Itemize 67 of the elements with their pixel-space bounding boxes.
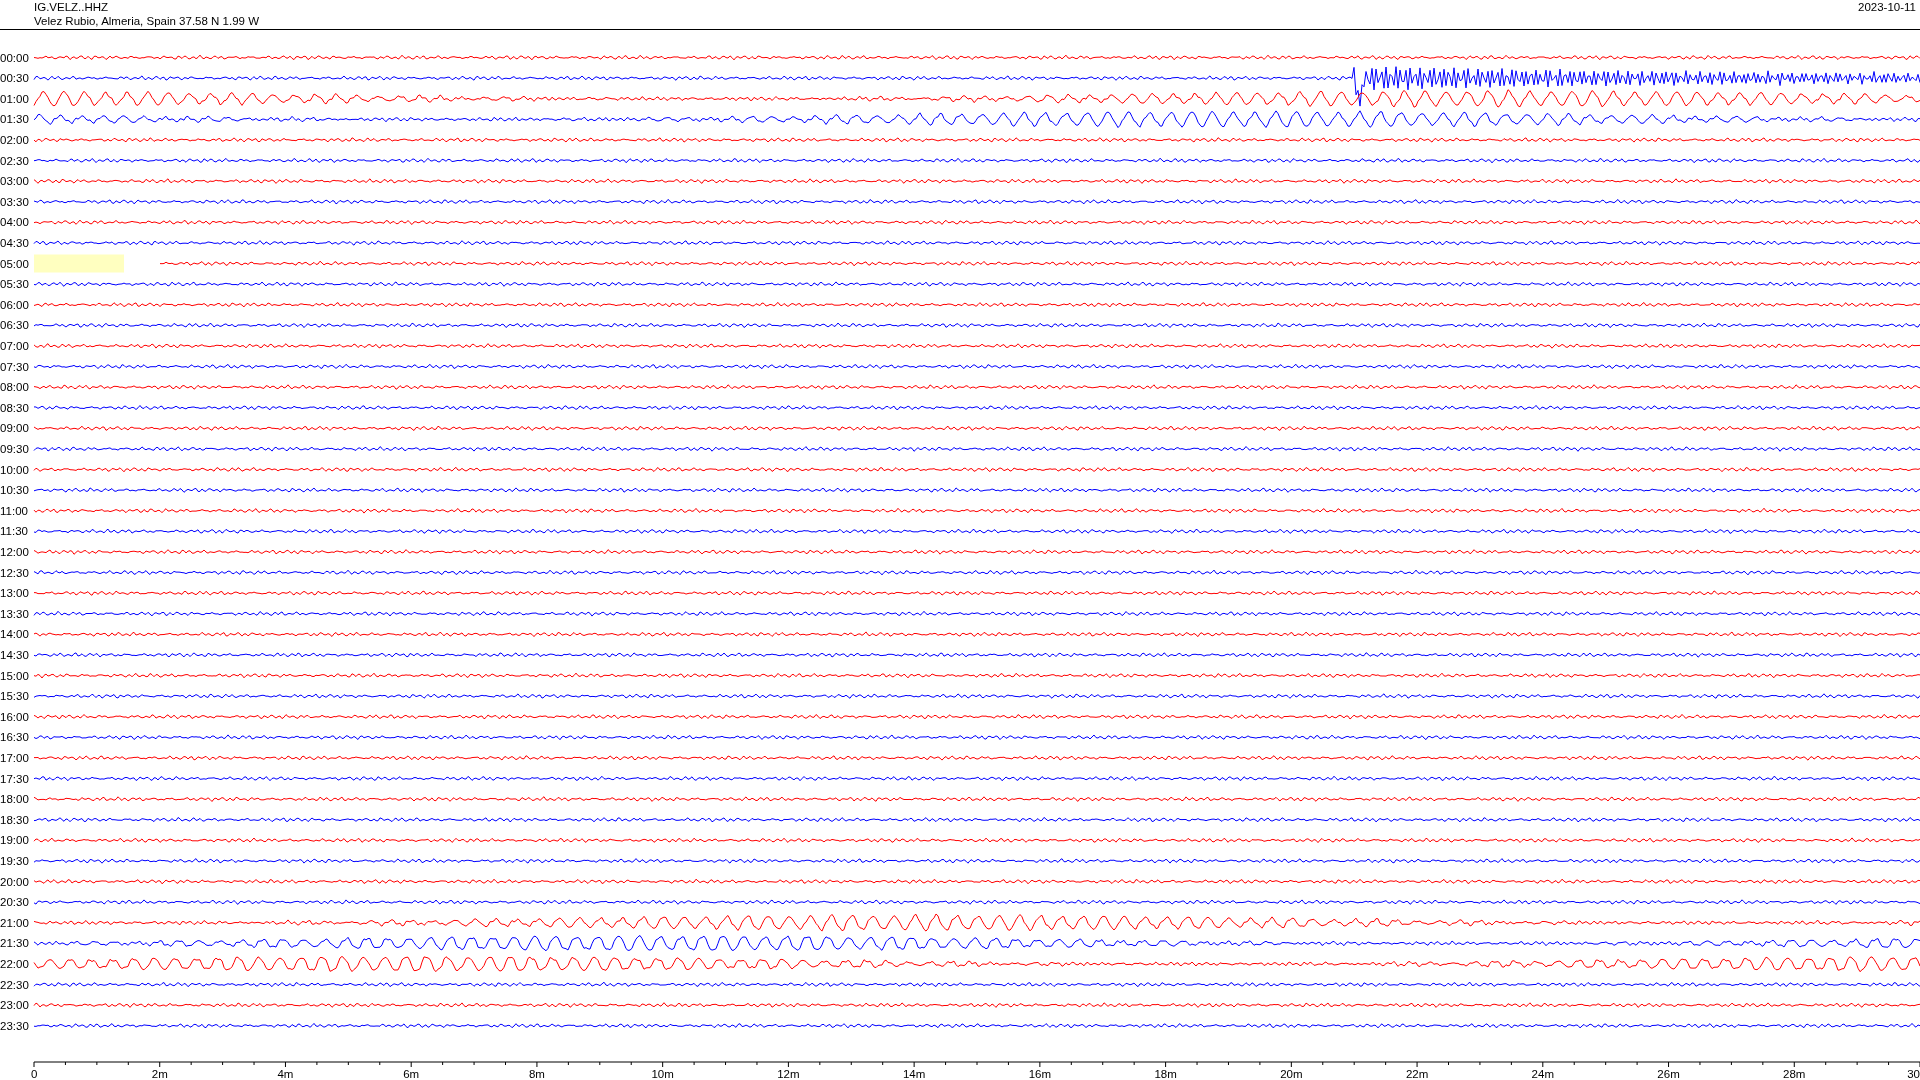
time-label: 09:30 — [0, 442, 29, 455]
time-label: 13:00 — [0, 587, 29, 600]
time-label: 12:00 — [0, 545, 29, 558]
axis-label: 2m — [151, 1068, 168, 1080]
time-label: 08:00 — [0, 381, 29, 394]
axis-label: 22m — [1405, 1068, 1429, 1080]
time-label: 11:30 — [0, 525, 28, 538]
time-label: 23:00 — [0, 999, 29, 1012]
time-label: 01:30 — [0, 113, 29, 126]
time-label: 18:00 — [0, 793, 29, 806]
time-label: 03:00 — [0, 175, 29, 188]
axis-label: 4m — [277, 1068, 294, 1080]
station-code: IG.VELZ..HHZ — [34, 0, 110, 14]
station-location: Velez Rubio, Almeria, Spain 37.58 N 1.99 W — [34, 14, 259, 28]
time-label: 17:00 — [0, 751, 29, 764]
time-label: 03:30 — [0, 195, 29, 208]
time-label: 05:00 — [0, 257, 29, 270]
axis-label: 6m — [403, 1068, 420, 1080]
time-label: 22:30 — [0, 978, 29, 991]
axis-label: 30 — [1907, 1068, 1920, 1080]
time-label: 20:00 — [0, 875, 29, 888]
time-label: 02:00 — [0, 133, 29, 146]
time-label: 22:00 — [0, 957, 29, 970]
record-date: 2023-10-11 — [1858, 0, 1916, 15]
time-label: 12:30 — [0, 566, 29, 579]
time-label: 20:30 — [0, 896, 29, 909]
axis-label: 28m — [1783, 1068, 1806, 1080]
time-label: 07:30 — [0, 360, 29, 373]
time-label: 17:30 — [0, 772, 29, 785]
time-label: 15:30 — [0, 690, 29, 703]
axis-label: 14m — [902, 1068, 926, 1080]
axis-label: 24m — [1531, 1068, 1554, 1080]
time-label: 08:30 — [0, 401, 29, 414]
time-label: 04:00 — [0, 216, 29, 229]
time-label: 23:30 — [0, 1019, 29, 1032]
axis-label: 26m — [1657, 1068, 1680, 1080]
time-label: 16:00 — [0, 710, 29, 723]
time-label: 15:00 — [0, 669, 29, 682]
axis-label: 12m — [777, 1068, 800, 1080]
time-label: 11:00 — [0, 504, 28, 517]
time-label: 10:30 — [0, 484, 29, 497]
time-label: 06:30 — [0, 319, 29, 332]
axis-label: 18m — [1154, 1068, 1177, 1080]
time-label: 19:00 — [0, 834, 29, 847]
time-label: 21:30 — [0, 937, 29, 950]
time-label: 21:00 — [0, 916, 29, 929]
time-label: 04:30 — [0, 236, 29, 249]
time-label: 00:30 — [0, 72, 29, 85]
time-label: 02:30 — [0, 154, 29, 167]
axis-label: 8m — [528, 1068, 545, 1080]
time-label: 09:00 — [0, 422, 29, 435]
time-label: 01:00 — [0, 92, 29, 105]
time-label: 07:00 — [0, 339, 29, 352]
axis-label: 0 — [31, 1068, 38, 1080]
time-label: 05:30 — [0, 278, 29, 291]
axis-label: 10m — [651, 1068, 674, 1080]
time-label: 14:30 — [0, 648, 29, 661]
time-label: 06:00 — [0, 298, 29, 311]
time-label: 16:30 — [0, 731, 29, 744]
axis-label: 16m — [1028, 1068, 1052, 1080]
time-label: 10:00 — [0, 463, 29, 476]
time-label: 14:00 — [0, 628, 29, 641]
time-label: 00:00 — [0, 51, 29, 64]
axis-label: 20m — [1280, 1068, 1303, 1080]
time-label: 18:30 — [0, 813, 29, 826]
time-label: 13:30 — [0, 607, 29, 620]
time-label: 19:30 — [0, 854, 29, 867]
